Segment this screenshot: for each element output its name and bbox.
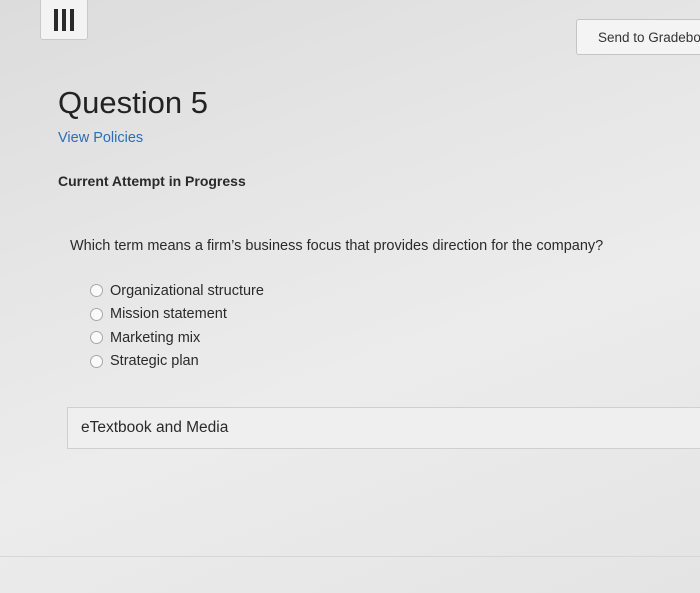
- question-prompt: Which term means a firm’s business focus…: [70, 238, 604, 254]
- divider: [0, 556, 700, 557]
- radio-button[interactable]: [90, 354, 103, 368]
- answer-option-label: Mission statement: [110, 306, 227, 323]
- answer-options: Organizational structure Mission stateme…: [90, 279, 264, 373]
- answer-option-label: Strategic plan: [110, 353, 199, 370]
- answer-option[interactable]: Organizational structure: [90, 279, 264, 303]
- view-policies-link[interactable]: View Policies: [58, 130, 143, 146]
- attempt-status: Current Attempt in Progress: [58, 173, 246, 189]
- radio-button[interactable]: [90, 284, 103, 298]
- answer-option[interactable]: Strategic plan: [90, 350, 264, 374]
- send-to-gradebook-button[interactable]: Send to Gradebook: [576, 19, 700, 55]
- hamburger-menu-icon: [54, 8, 74, 31]
- answer-option[interactable]: Mission statement: [90, 303, 264, 327]
- answer-option-label: Organizational structure: [110, 282, 264, 299]
- radio-button[interactable]: [90, 307, 103, 321]
- answer-option-label: Marketing mix: [110, 329, 201, 346]
- question-title: Question 5: [58, 85, 208, 120]
- etextbook-media-panel[interactable]: eTextbook and Media: [67, 407, 700, 449]
- menu-button[interactable]: [40, 0, 88, 40]
- answer-option[interactable]: Marketing mix: [90, 326, 264, 350]
- radio-button[interactable]: [90, 331, 103, 345]
